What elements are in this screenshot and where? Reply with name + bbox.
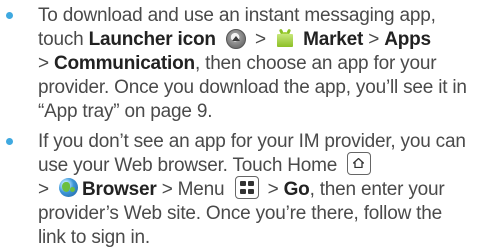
text-line: To download and use an instant messaging… [38, 5, 436, 26]
instructions-document: To download and use an instant messaging… [0, 0, 489, 249]
communication-label: Communication [53, 53, 195, 74]
separator: > [262, 179, 284, 200]
separator: > [249, 29, 271, 50]
text-line: use your Web browser. Touch Home [38, 152, 375, 178]
text-span: , then enter your [309, 179, 445, 200]
apps-label: Apps [384, 29, 431, 50]
text-line: touch Launcher icon > Market > Apps [38, 28, 431, 52]
text-line: > Browser > Menu > Go, then enter your [38, 176, 445, 202]
text-line: link to sign in. [38, 227, 150, 248]
home-key-icon [347, 152, 372, 176]
text-line: provider. Once you download the app, you… [38, 77, 467, 98]
menu-text: > Menu [156, 179, 230, 200]
text-span: , then choose an app for your [194, 53, 437, 74]
browser-label: Browser [81, 179, 157, 200]
text-line: “App tray” on page 9. [38, 101, 213, 122]
separator: > [363, 29, 385, 50]
launcher-icon [225, 28, 246, 49]
go-label: Go [283, 179, 310, 200]
bullet-icon [6, 12, 13, 19]
text-line: If you don’t see an app for your IM prov… [38, 131, 466, 152]
menu-key-icon [234, 176, 259, 200]
market-icon [276, 28, 294, 48]
market-label: Market [303, 29, 364, 50]
text-line: provider’s Web site. Once you’re there, … [38, 203, 442, 224]
text-span: touch [38, 29, 89, 50]
launcher-icon-label: Launcher icon [88, 29, 216, 50]
separator: > [38, 179, 54, 200]
bullet-icon [6, 138, 13, 145]
separator: > [38, 53, 54, 74]
text-line: > Communication, then choose an app for … [38, 52, 437, 76]
browser-icon [58, 178, 78, 198]
text-span: use your Web browser. Touch Home [38, 155, 338, 176]
